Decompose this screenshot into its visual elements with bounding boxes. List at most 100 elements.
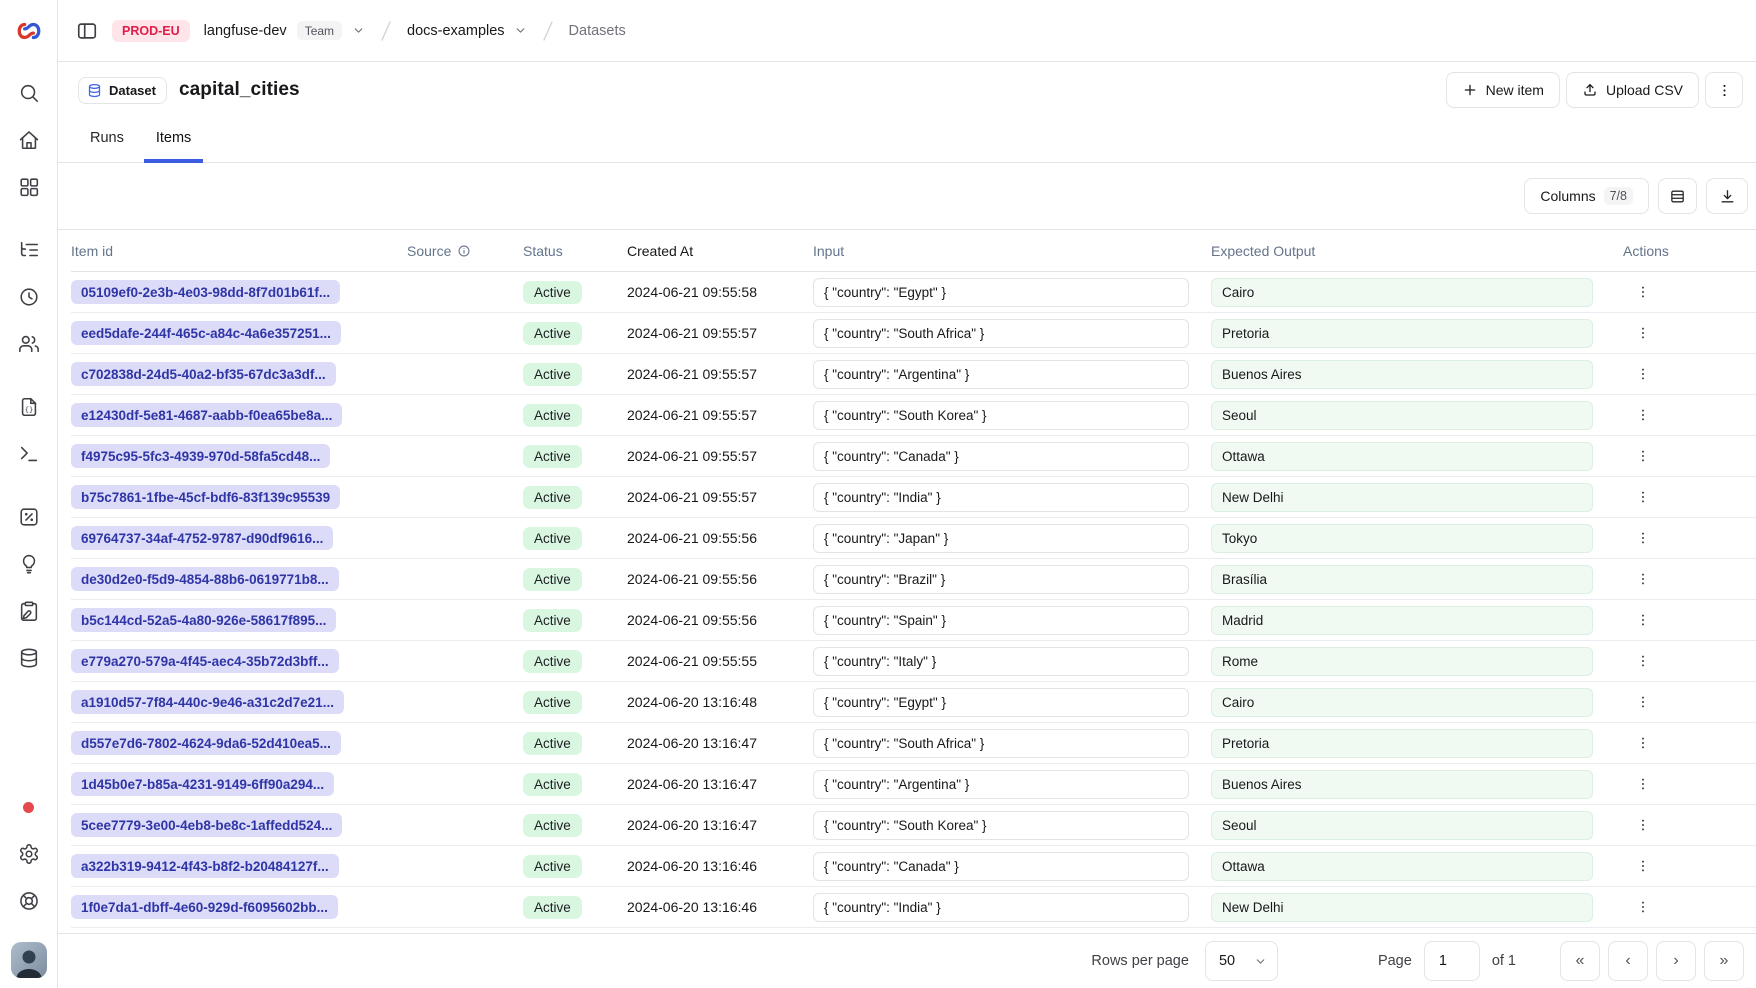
item-id-badge[interactable]: d557e7d6-7802-4624-9da6-52d410ea5... [71,731,341,755]
table-row[interactable]: 69764737-34af-4752-9787-d90df9616... Act… [71,518,1756,559]
kebab-menu-icon [1635,653,1651,669]
prompts-file-icon[interactable]: {} [18,396,40,418]
row-actions-button[interactable] [1629,770,1657,798]
app-root: {} [0,0,1756,988]
item-id-badge[interactable]: 1d45b0e7-b85a-4231-9149-6ff90a294... [71,772,334,796]
table-row[interactable]: a322b319-9412-4f43-b8f2-b20484127f... Ac… [71,846,1756,887]
row-actions-button[interactable] [1629,729,1657,757]
tracing-tree-icon[interactable] [18,239,40,261]
item-id-badge[interactable]: e12430df-5e81-4687-aabb-f0ea65be8a... [71,403,342,427]
item-id-badge[interactable]: 69764737-34af-4752-9787-d90df9616... [71,526,333,550]
rows-per-page-select[interactable]: 50 [1205,941,1278,981]
input-cell: { "country": "India" } [813,893,1189,922]
table-row[interactable]: e779a270-579a-4f45-aec4-35b72d3bff... Ac… [71,641,1756,682]
item-id-badge[interactable]: eed5dafe-244f-465c-a84c-4a6e357251... [71,321,341,345]
table-row[interactable]: b75c7861-1fbe-45cf-bdf6-83f139c95539 Act… [71,477,1756,518]
item-id-badge[interactable]: b75c7861-1fbe-45cf-bdf6-83f139c95539 [71,485,340,509]
sidebar-group-observe [18,239,40,355]
item-id-badge[interactable]: 5cee7779-3e00-4eb8-be8c-1affedd524... [71,813,342,837]
tab-runs[interactable]: Runs [78,130,136,163]
new-item-button[interactable]: New item [1446,72,1560,108]
item-id-badge[interactable]: b5c144cd-52a5-4a80-926e-58617f895... [71,608,336,632]
table-row[interactable]: 05109ef0-2e3b-4e03-98dd-8f7d01b61f... Ac… [71,272,1756,313]
item-id-badge[interactable]: a1910d57-7f84-440c-9e46-a31c2d7e21... [71,690,344,714]
row-actions-button[interactable] [1629,319,1657,347]
table-row[interactable]: eed5dafe-244f-465c-a84c-4a6e357251... Ac… [71,313,1756,354]
annotation-clipboard-icon[interactable] [18,600,40,622]
page-of-label: of 1 [1492,953,1516,969]
item-id-badge[interactable]: de30d2e0-f5d9-4854-88b6-0619771b8... [71,567,339,591]
project-selector[interactable]: docs-examples [407,23,527,39]
insights-lightbulb-icon[interactable] [18,553,40,575]
table-row[interactable]: b5c144cd-52a5-4a80-926e-58617f895... Act… [71,600,1756,641]
status-badge: Active [523,691,582,714]
breadcrumb-section[interactable]: Datasets [569,23,626,39]
langfuse-logo-icon[interactable] [16,18,42,44]
support-lifebuoy-icon[interactable] [18,890,40,912]
kebab-menu-icon [1635,407,1651,423]
row-actions-button[interactable] [1629,606,1657,634]
row-actions-button[interactable] [1629,442,1657,470]
row-actions-button[interactable] [1629,278,1657,306]
tab-items[interactable]: Items [144,130,203,163]
table-row[interactable]: c702838d-24d5-40a2-bf35-67dc3a3df... Act… [71,354,1756,395]
users-icon[interactable] [18,333,40,355]
evaluation-percent-icon[interactable] [18,506,40,528]
table-row[interactable]: 1f0e7da1-dbff-4e60-929d-f6095602bb... Ac… [71,887,1756,928]
expected-output-cell: Buenos Aires [1211,360,1593,389]
table-row[interactable]: f4975c95-5fc3-4939-970d-58fa5cd48... Act… [71,436,1756,477]
home-icon[interactable] [18,129,40,151]
row-actions-button[interactable] [1629,360,1657,388]
row-actions-button[interactable] [1629,401,1657,429]
table-row[interactable]: a1910d57-7f84-440c-9e46-a31c2d7e21... Ac… [71,682,1756,723]
expected-output-cell: Brasília [1211,565,1593,594]
row-actions-button[interactable] [1629,811,1657,839]
item-id-badge[interactable]: c702838d-24d5-40a2-bf35-67dc3a3df... [71,362,336,386]
row-actions-button[interactable] [1629,647,1657,675]
row-actions-button[interactable] [1629,688,1657,716]
page-kebab-menu-button[interactable] [1705,72,1743,108]
row-actions-button[interactable] [1629,852,1657,880]
row-height-button[interactable] [1658,178,1697,214]
table-row[interactable]: de30d2e0-f5d9-4854-88b6-0619771b8... Act… [71,559,1756,600]
page-number-input[interactable] [1424,941,1480,981]
item-id-badge[interactable]: a322b319-9412-4f43-b8f2-b20484127f... [71,854,339,878]
last-page-button[interactable]: » [1704,941,1744,981]
info-icon[interactable] [457,244,471,258]
item-id-badge[interactable]: 1f0e7da1-dbff-4e60-929d-f6095602bb... [71,895,338,919]
org-selector[interactable]: langfuse-dev Team [204,21,365,40]
item-id-badge[interactable]: e779a270-579a-4f45-aec4-35b72d3bff... [71,649,339,673]
user-avatar[interactable] [11,942,47,978]
item-id-badge[interactable]: f4975c95-5fc3-4939-970d-58fa5cd48... [71,444,330,468]
datasets-database-icon[interactable] [18,647,40,669]
row-actions-button[interactable] [1629,893,1657,921]
recording-status-dot[interactable] [23,802,34,813]
upload-csv-button[interactable]: Upload CSV [1566,72,1699,108]
table-row[interactable]: e12430df-5e81-4687-aabb-f0ea65be8a... Ac… [71,395,1756,436]
table-row[interactable]: 1d45b0e7-b85a-4231-9149-6ff90a294... Act… [71,764,1756,805]
sessions-clock-icon[interactable] [18,286,40,308]
table-row[interactable]: 5cee7779-3e00-4eb8-be8c-1affedd524... Ac… [71,805,1756,846]
created-at-cell: 2024-06-20 13:16:47 [627,735,813,751]
next-page-button[interactable]: › [1656,941,1696,981]
expected-output-cell: Rome [1211,647,1593,676]
input-cell: { "country": "Egypt" } [813,688,1189,717]
row-actions-button[interactable] [1629,524,1657,552]
settings-gear-icon[interactable] [18,843,40,865]
columns-button[interactable]: Columns 7/8 [1524,178,1649,214]
row-actions-button[interactable] [1629,483,1657,511]
created-at-cell: 2024-06-20 13:16:46 [627,858,813,874]
sidebar-toggle-icon[interactable] [76,20,98,42]
item-id-badge[interactable]: 05109ef0-2e3b-4e03-98dd-8f7d01b61f... [71,280,340,304]
export-download-button[interactable] [1706,178,1748,214]
row-actions-button[interactable] [1629,565,1657,593]
columns-count-badge: 7/8 [1604,187,1633,205]
search-icon[interactable] [18,82,40,104]
environment-badge[interactable]: PROD-EU [112,20,190,42]
first-page-button[interactable]: « [1560,941,1600,981]
created-at-cell: 2024-06-20 13:16:47 [627,817,813,833]
playground-terminal-icon[interactable] [18,443,40,465]
table-row[interactable]: d557e7d6-7802-4624-9da6-52d410ea5... Act… [71,723,1756,764]
dashboard-grid-icon[interactable] [18,176,40,198]
previous-page-button[interactable]: ‹ [1608,941,1648,981]
